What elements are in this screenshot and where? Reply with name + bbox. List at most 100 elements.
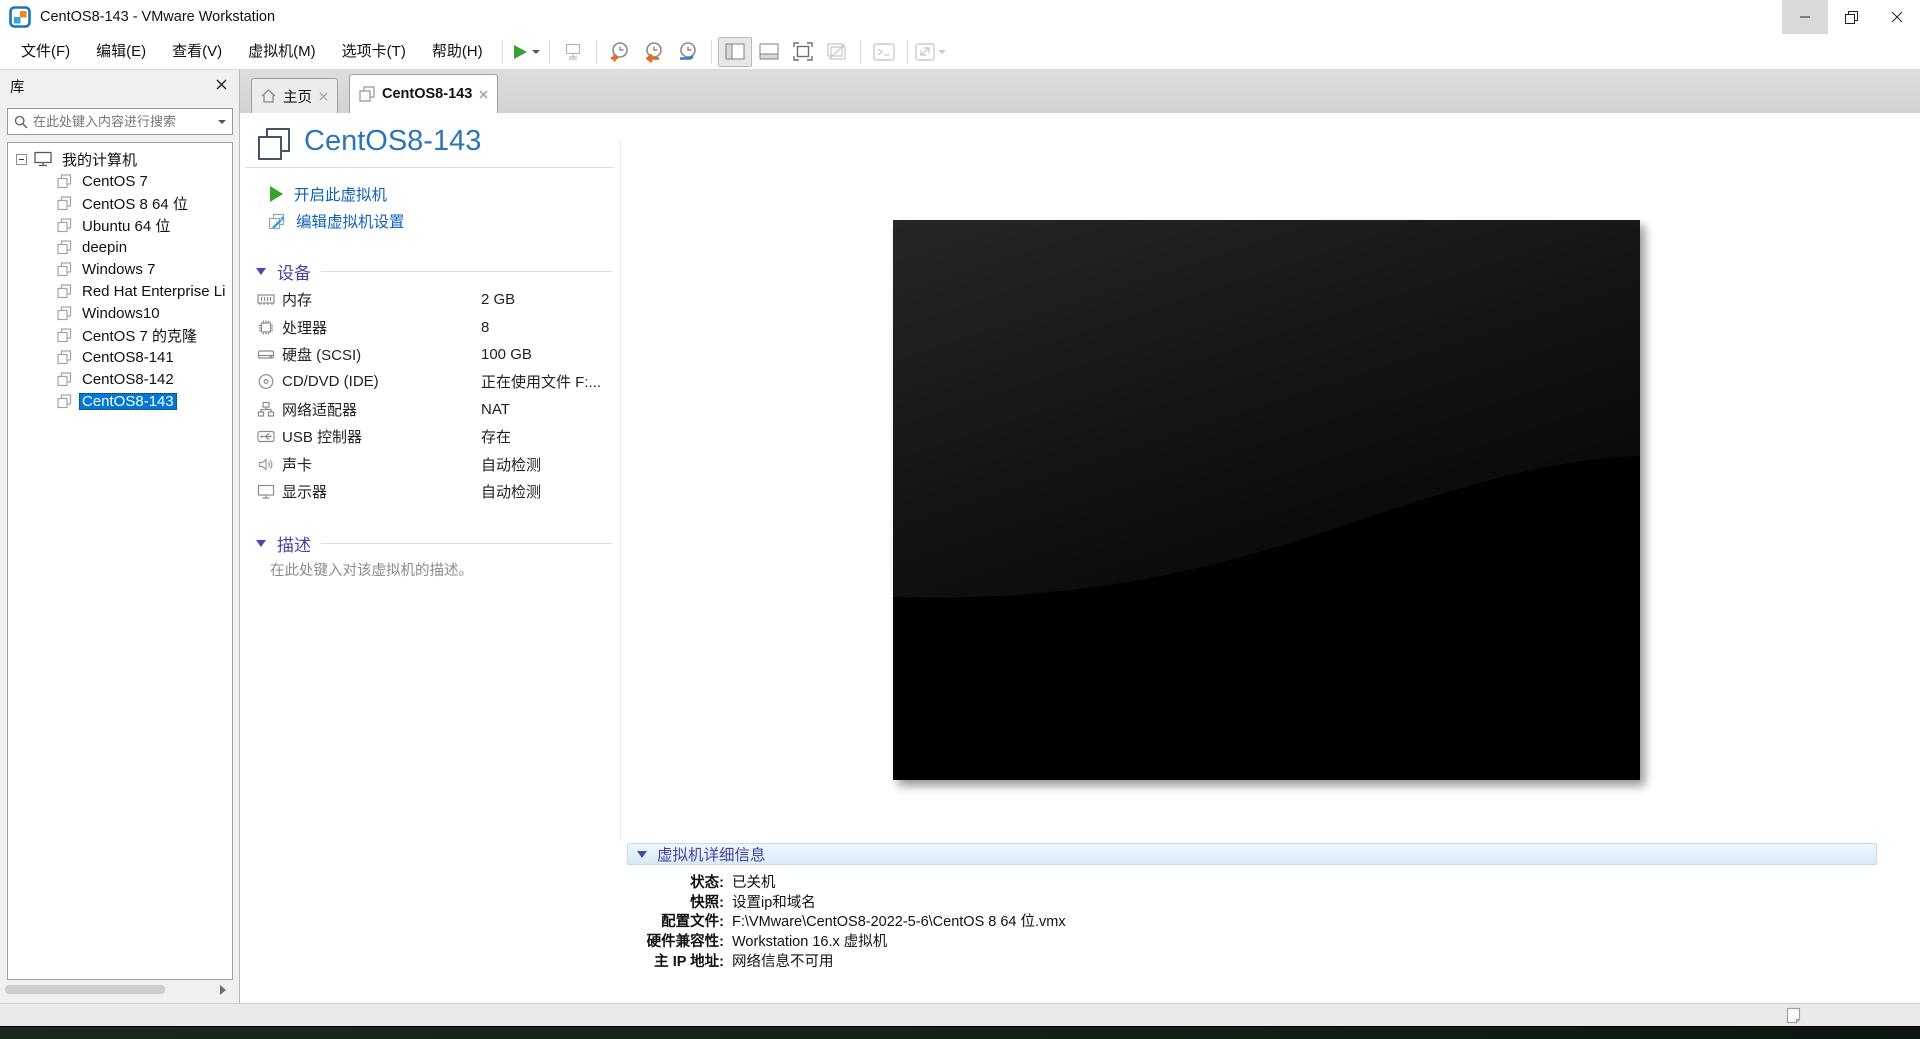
device-row-usb[interactable]: USB 控制器 存在 [257,423,687,450]
device-row-processor[interactable]: 处理器 8 [257,313,687,340]
toolbar-separator [859,39,861,64]
tree-item-label: CentOS8-141 [82,348,174,366]
library-close-button[interactable] [213,76,229,92]
snapshot-manager-button[interactable] [671,37,705,67]
tree-node-my-computer[interactable]: 我的计算机 [8,148,232,170]
tree-node-vm[interactable]: deepin [8,236,232,258]
fit-options-caret-icon[interactable] [938,49,947,54]
edit-settings-icon [268,213,285,229]
vm-summary-page: CentOS8-143 开启此虚拟机 编辑虚拟机设置 设备 内存 2 GB 处理… [240,113,1920,1003]
tree-node-vm[interactable]: Windows 7 [8,258,232,280]
send-to-device-button[interactable] [556,37,590,67]
device-label: 网络适配器 [282,401,358,419]
menu-tabs[interactable]: 选项卡(T) [329,35,419,69]
tree-root-label: 我的计算机 [62,151,138,169]
collapse-icon[interactable] [16,153,27,165]
device-row-cd-dvd[interactable]: CD/DVD (IDE) 正在使用文件 F:... [257,368,687,395]
edit-vm-settings-link[interactable]: 编辑虚拟机设置 [268,210,405,232]
tab-close-icon[interactable] [319,92,328,101]
tab-home[interactable]: 主页 [251,78,338,113]
tree-node-vm[interactable]: CentOS8-141 [8,346,232,368]
close-button[interactable] [1874,0,1920,34]
show-thumbnail-bar-button[interactable] [752,37,786,67]
fit-guest-display-button[interactable] [914,37,948,67]
description-heading: 描述 [277,536,311,555]
virtual-console-button[interactable] [867,37,901,67]
device-row-display[interactable]: 显示器 自动检测 [257,478,687,505]
device-label: 声卡 [282,456,313,474]
vm-library-tree: 我的计算机 CentOS 7 CentOS 8 64 位 Ubuntu 64 位… [7,142,233,980]
fullscreen-icon [792,42,813,61]
menu-file[interactable]: 文件(F) [8,35,83,69]
menu-view[interactable]: 查看(V) [159,35,235,69]
tree-node-vm[interactable]: Red Hat Enterprise Li [8,280,232,302]
vm-details-header[interactable]: 虚拟机详细信息 [627,843,1877,865]
vm-icon [57,239,72,254]
scrollbar-right-arrow-icon[interactable] [220,985,226,995]
tab-strip: 主页 CentOS8-143 [240,70,1920,113]
tree-node-vm[interactable]: CentOS 8 64 位 [8,192,232,214]
take-snapshot-button[interactable] [603,37,637,67]
menu-vm[interactable]: 虚拟机(M) [235,35,329,69]
usb-controller-icon [257,431,275,443]
library-title: 库 [10,80,25,96]
tree-node-vm[interactable]: CentOS 7 [8,170,232,192]
section-rule [321,271,612,272]
search-dropdown-caret-icon[interactable] [218,119,226,124]
vm-icon [57,393,72,408]
detail-row-config-file: 配置文件: F:\VMware\CentOS8-2022-5-6\CentOS … [636,911,1877,931]
menu-edit[interactable]: 编辑(E) [83,35,159,69]
tree-node-vm[interactable]: CentOS8-142 [8,368,232,390]
collapse-triangle-icon [256,540,266,547]
device-value: 自动检测 [481,483,542,501]
unity-mode-button[interactable] [820,37,854,67]
detail-row-state: 状态: 已关机 [636,872,1877,892]
device-value: 100 GB [481,345,532,363]
description-section-header[interactable]: 描述 [256,531,612,556]
search-input[interactable] [33,114,213,129]
device-label: 硬盘 (SCSI) [282,346,362,364]
message-log-icon[interactable] [1786,1007,1801,1024]
tree-item-label: Windows10 [82,304,160,322]
library-search-box[interactable] [7,108,233,135]
revert-snapshot-button[interactable] [637,37,671,67]
device-label: 处理器 [282,319,328,337]
snapshot-manager-icon [679,41,696,60]
vm-console-preview[interactable] [893,220,1640,780]
revert-snapshot-icon [645,41,662,63]
virtual-console-icon [872,42,895,61]
menu-help[interactable]: 帮助(H) [419,35,496,69]
vm-icon [57,195,72,210]
tree-node-vm-selected[interactable]: CentOS8-143 [8,390,232,412]
tree-node-vm[interactable]: CentOS 7 的克隆 [8,324,232,346]
tab-close-icon[interactable] [479,90,488,99]
power-on-vm-link[interactable]: 开启此虚拟机 [270,183,387,205]
fullscreen-button[interactable] [786,37,820,67]
power-on-button[interactable] [509,37,543,67]
show-library-button[interactable] [717,36,752,67]
device-row-sound[interactable]: 声卡 自动检测 [257,450,687,477]
sidebar-horizontal-scrollbar[interactable] [2,983,232,997]
power-options-caret-icon[interactable] [532,49,541,54]
device-row-harddisk[interactable]: 硬盘 (SCSI) 100 GB [257,341,687,368]
network-adapter-icon [257,401,275,417]
restore-button[interactable] [1828,0,1874,34]
computer-icon [34,151,52,167]
detail-label: 配置文件: [661,914,724,931]
device-row-memory[interactable]: 内存 2 GB [257,286,687,313]
send-to-device-icon [565,43,580,59]
device-row-network[interactable]: 网络适配器 NAT [257,396,687,423]
tree-node-vm[interactable]: Windows10 [8,302,232,324]
minimize-button[interactable] [1782,0,1828,34]
description-placeholder[interactable]: 在此处键入对该虚拟机的描述。 [270,559,473,580]
scrollbar-thumb[interactable] [5,985,165,994]
devices-section-header[interactable]: 设备 [256,259,612,284]
desktop-taskbar-strip [0,1026,1920,1039]
title-bar: CentOS8-143 - VMware Workstation [0,0,1920,34]
detail-row-hw-compat: 硬件兼容性: Workstation 16.x 虚拟机 [636,931,1877,951]
detail-label: 硬件兼容性: [646,934,724,951]
status-bar [0,1003,1920,1026]
tab-vm-active[interactable]: CentOS8-143 [349,74,499,113]
tree-item-label: CentOS 7 的克隆 [82,327,198,345]
tree-node-vm[interactable]: Ubuntu 64 位 [8,214,232,236]
